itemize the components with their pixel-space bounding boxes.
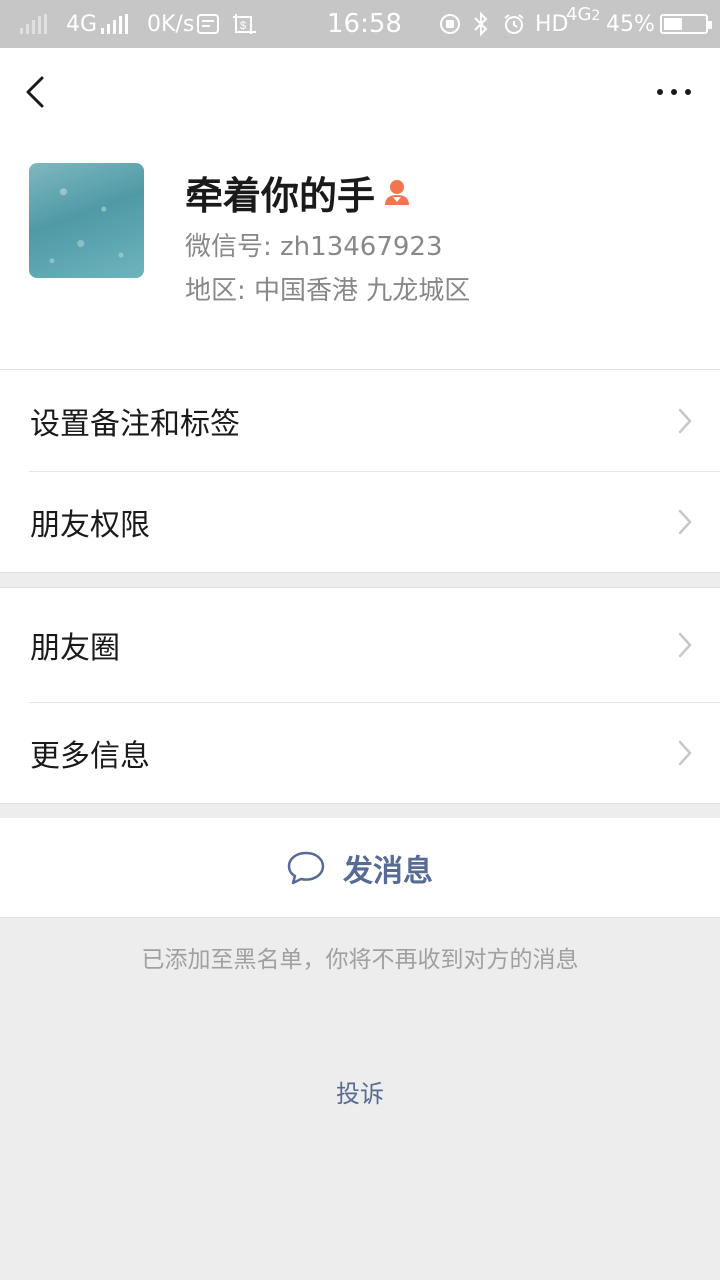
bluetooth-icon	[474, 11, 488, 37]
battery-percent: 45%	[606, 11, 655, 37]
signal-icon-sim2	[101, 14, 128, 34]
screenshot-icon: $	[233, 14, 256, 34]
alarm-icon	[504, 14, 524, 34]
profile-name: 牵着你的手	[185, 173, 376, 218]
complaint-link[interactable]: 投诉	[0, 1074, 720, 1109]
settings-group-1: 设置备注和标签 朋友权限	[0, 369, 720, 573]
more-dots-icon[interactable]	[654, 78, 694, 106]
chevron-right-icon	[678, 740, 692, 765]
wechat-id: 微信号: zh13467923	[185, 232, 443, 262]
row-label: 朋友权限	[30, 507, 150, 543]
send-message-button[interactable]: 发消息	[0, 818, 720, 918]
app-notification-icon	[197, 14, 219, 34]
row-label: 更多信息	[30, 738, 150, 774]
avatar[interactable]	[29, 163, 144, 278]
network-type-2-sub: 2	[591, 8, 601, 24]
send-message-label: 发消息	[343, 853, 433, 889]
profile-header: 牵着你的手 微信号: zh13467923 地区: 中国香港 九龙城区	[0, 48, 720, 370]
chevron-right-icon	[678, 509, 692, 534]
friend-permissions-row[interactable]: 朋友权限	[0, 471, 720, 572]
row-label: 设置备注和标签	[30, 406, 240, 442]
moments-row[interactable]: 朋友圈	[0, 588, 720, 702]
chevron-left-icon[interactable]	[14, 70, 58, 114]
rotation-lock-icon	[440, 14, 460, 34]
chevron-right-icon	[678, 632, 692, 658]
chevron-right-icon	[678, 408, 692, 433]
svg-text:$: $	[240, 20, 246, 32]
signal-icon-sim1	[20, 14, 47, 34]
status-bar: 4G 0K/s $ 16:58 HD 4G 2 45%	[0, 0, 720, 48]
hd-label: HD	[535, 11, 569, 37]
region: 地区: 中国香港 九龙城区	[185, 276, 471, 306]
more-info-row[interactable]: 更多信息	[0, 702, 720, 803]
network-type-2: 4G	[566, 4, 592, 25]
female-icon	[385, 180, 410, 205]
network-speed: 0K/s	[147, 11, 195, 37]
chat-bubble-icon	[287, 851, 325, 884]
battery-icon	[660, 14, 712, 34]
name-row: 牵着你的手	[185, 168, 411, 218]
row-label: 朋友圈	[30, 631, 120, 666]
network-type: 4G	[66, 11, 98, 37]
settings-group-2: 朋友圈 更多信息	[0, 587, 720, 804]
set-remark-tags-row[interactable]: 设置备注和标签	[0, 370, 720, 471]
clock-time: 16:58	[327, 9, 402, 39]
blacklist-notice: 已添加至黑名单，你将不再收到对方的消息	[141, 947, 579, 973]
